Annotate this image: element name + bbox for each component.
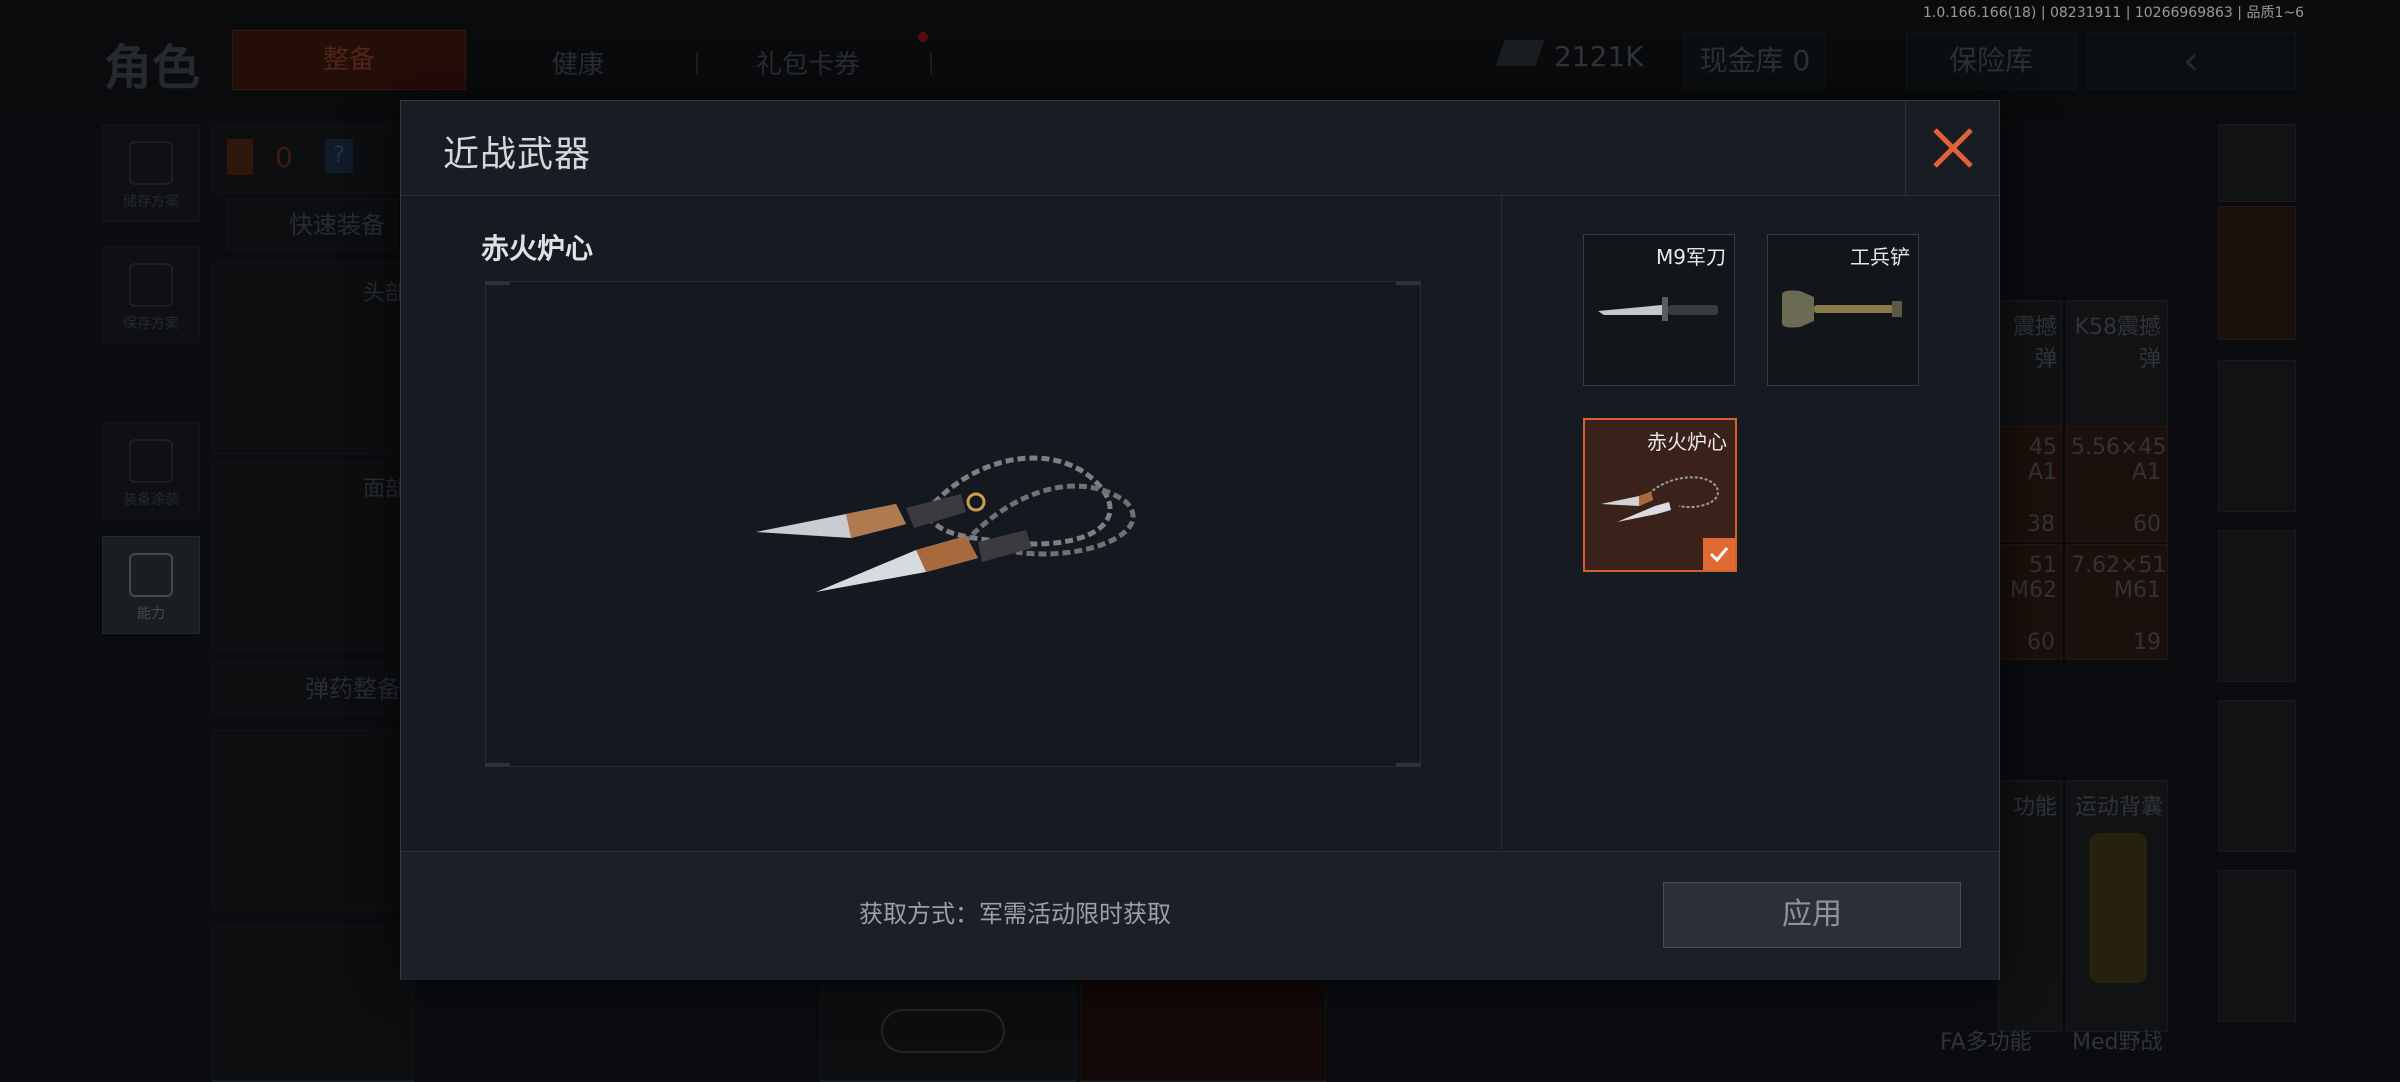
dialog-title: 近战武器 — [443, 134, 592, 175]
item-card-shovel[interactable]: 工兵铲 — [1767, 234, 1919, 386]
acquire-method-text: 获取方式：军需活动限时获取 — [859, 900, 1171, 928]
item-card-chihuo-luxin[interactable]: 赤火炉心 — [1583, 418, 1737, 572]
frame-corner — [486, 763, 510, 766]
dialog-footer: 获取方式：军需活动限时获取 应用 — [401, 851, 1999, 980]
close-icon — [1933, 128, 1973, 168]
selected-item-name: 赤火炉心 — [481, 232, 594, 265]
melee-weapon-dialog: 近战武器 赤火炉心 M9军刀 工兵铲 赤火炉心 获取方式：军需活动限时获取 应用 — [400, 100, 2000, 980]
weapon-preview[interactable] — [485, 281, 1421, 767]
frame-corner — [1396, 763, 1420, 766]
frame-corner — [486, 282, 510, 285]
shovel-icon — [1782, 290, 1902, 328]
item-card-label: 工兵铲 — [1850, 245, 1910, 269]
chain-blade-icon — [1601, 476, 1719, 522]
knife-icon — [1598, 297, 1718, 321]
frame-corner — [1396, 282, 1420, 285]
checkmark-icon — [1709, 547, 1729, 562]
selected-check — [1703, 538, 1735, 570]
item-card-label: 赤火炉心 — [1647, 430, 1727, 454]
dialog-divider — [1501, 196, 1502, 850]
close-button[interactable] — [1905, 101, 2000, 195]
chain-blade-icon — [756, 455, 1136, 592]
item-card-label: M9军刀 — [1656, 245, 1726, 269]
dialog-header: 近战武器 — [401, 101, 1999, 196]
apply-button[interactable]: 应用 — [1663, 882, 1961, 948]
item-card-m9-knife[interactable]: M9军刀 — [1583, 234, 1735, 386]
